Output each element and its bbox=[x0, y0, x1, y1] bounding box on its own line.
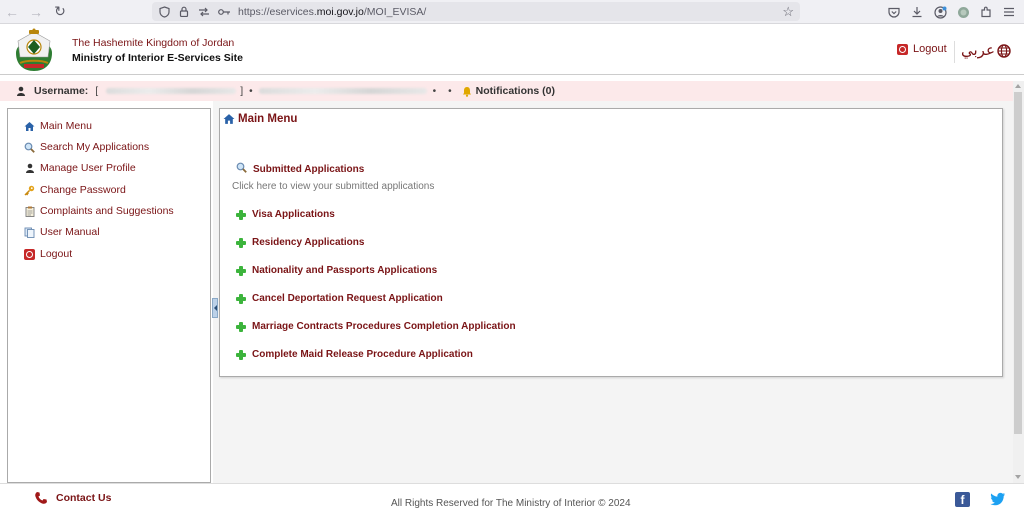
sidebar-item-label: Change Password bbox=[40, 184, 126, 196]
sidebar: Main Menu Search My Applications Manage … bbox=[7, 108, 211, 483]
sidebar-item-main-menu[interactable]: Main Menu bbox=[24, 120, 92, 132]
shield-icon[interactable] bbox=[156, 4, 172, 20]
plus-icon bbox=[236, 265, 246, 276]
sidebar-item-label: Search My Applications bbox=[40, 141, 150, 153]
application-link-marriage-contracts[interactable]: Marriage Contracts Procedures Completion… bbox=[236, 321, 516, 332]
bracket-open: [ bbox=[95, 85, 99, 97]
divider bbox=[954, 41, 955, 63]
sidebar-item-user-manual[interactable]: User Manual bbox=[24, 226, 100, 238]
user-icon bbox=[24, 163, 35, 174]
application-link-cancel-deportation[interactable]: Cancel Deportation Request Application bbox=[236, 293, 443, 304]
plus-icon bbox=[236, 237, 246, 248]
separator-dot: • bbox=[448, 85, 452, 97]
application-label: Cancel Deportation Request Application bbox=[252, 293, 443, 304]
plus-icon bbox=[236, 209, 246, 220]
reload-icon[interactable]: ↻ bbox=[48, 0, 72, 24]
sidebar-item-label: Main Menu bbox=[40, 120, 92, 132]
scrollbar-thumb[interactable] bbox=[1014, 92, 1022, 434]
redacted-info bbox=[258, 88, 427, 94]
application-label: Visa Applications bbox=[252, 209, 335, 220]
application-link-residency[interactable]: Residency Applications bbox=[236, 237, 364, 248]
username-label: Username: bbox=[34, 85, 89, 97]
forward-arrow-icon[interactable]: → bbox=[24, 0, 48, 24]
application-link-nationality[interactable]: Nationality and Passports Applications bbox=[236, 265, 437, 276]
browser-toolbar: ← → ↻ https://eservices.moi.gov.jo/MOI_E… bbox=[0, 0, 1024, 24]
sidebar-item-search-applications[interactable]: Search My Applications bbox=[24, 141, 149, 153]
address-bar[interactable]: https://eservices.moi.gov.jo/MOI_EVISA/ … bbox=[152, 2, 800, 21]
bell-icon bbox=[462, 86, 471, 97]
scroll-down-arrow-icon[interactable] bbox=[1015, 475, 1021, 479]
key-icon bbox=[24, 185, 35, 196]
page-title: Main Menu bbox=[223, 113, 297, 125]
globe-icon[interactable] bbox=[997, 44, 1011, 58]
url-text[interactable]: https://eservices.moi.gov.jo/MOI_EVISA/ bbox=[238, 6, 426, 18]
download-icon[interactable] bbox=[910, 5, 924, 19]
application-label: Marriage Contracts Procedures Completion… bbox=[252, 321, 516, 332]
contact-us-label: Contact Us bbox=[56, 492, 112, 504]
plus-icon bbox=[236, 349, 246, 360]
sidebar-item-label: Logout bbox=[40, 248, 73, 260]
submitted-applications-link[interactable]: Submitted Applications bbox=[236, 162, 364, 176]
lock-icon[interactable] bbox=[176, 4, 192, 20]
application-link-visa[interactable]: Visa Applications bbox=[236, 209, 335, 220]
bookmark-star-icon[interactable]: ☆ bbox=[782, 4, 794, 20]
footer: Contact Us All Rights Reserved for The M… bbox=[0, 483, 1024, 514]
sidebar-item-complaints[interactable]: Complaints and Suggestions bbox=[24, 205, 174, 217]
bracket-close: ] bbox=[240, 85, 244, 97]
header-logout-button[interactable]: Logout bbox=[897, 43, 947, 55]
phone-icon bbox=[35, 492, 47, 504]
separator-dot: • bbox=[249, 85, 253, 97]
copyright-text: All Rights Reserved for The Ministry of … bbox=[391, 498, 631, 509]
application-label: Nationality and Passports Applications bbox=[252, 265, 438, 276]
main-menu-panel: Main Menu Submitted Applications Click h… bbox=[219, 108, 1003, 377]
home-icon bbox=[24, 121, 35, 132]
sidebar-item-label: Complaints and Suggestions bbox=[40, 205, 174, 217]
notifications-link[interactable]: Notifications (0) bbox=[476, 85, 555, 97]
submitted-applications-label: Submitted Applications bbox=[253, 163, 365, 175]
site-header: The Hashemite Kingdom of Jordan Ministry… bbox=[0, 25, 1024, 75]
extension-avatar-icon[interactable] bbox=[956, 5, 970, 19]
application-label: Complete Maid Release Procedure Applicat… bbox=[252, 349, 473, 360]
home-icon bbox=[223, 114, 235, 124]
search-icon bbox=[24, 142, 35, 153]
menu-icon[interactable] bbox=[1002, 5, 1016, 19]
contact-us-link[interactable]: Contact Us bbox=[34, 491, 111, 505]
site-name: Ministry of Interior E-Services Site bbox=[72, 52, 243, 64]
key-icon[interactable] bbox=[216, 4, 232, 20]
user-info-bar: Username: [ ] • • • Notifications (0) bbox=[0, 81, 1013, 101]
logout-icon bbox=[897, 43, 908, 55]
manual-icon bbox=[24, 227, 35, 238]
pocket-icon[interactable] bbox=[887, 5, 901, 19]
sidebar-item-change-password[interactable]: Change Password bbox=[24, 184, 126, 196]
user-icon bbox=[17, 86, 25, 96]
back-arrow-icon[interactable]: ← bbox=[0, 0, 24, 24]
account-icon[interactable] bbox=[933, 5, 947, 19]
plus-icon bbox=[236, 293, 246, 304]
extensions-puzzle-icon[interactable] bbox=[979, 5, 993, 19]
plus-icon bbox=[236, 321, 246, 332]
language-switch-link[interactable]: عربي bbox=[961, 41, 995, 59]
separator-dot: • bbox=[432, 85, 437, 97]
document-icon bbox=[24, 206, 35, 217]
sidebar-item-label: User Manual bbox=[40, 226, 100, 238]
permissions-icon[interactable] bbox=[196, 4, 212, 20]
sidebar-collapse-handle[interactable] bbox=[212, 298, 218, 318]
org-name: The Hashemite Kingdom of Jordan bbox=[72, 37, 235, 49]
scroll-up-arrow-icon[interactable] bbox=[1015, 84, 1021, 88]
facebook-icon[interactable]: f bbox=[955, 492, 970, 507]
jordan-emblem-logo[interactable] bbox=[10, 27, 58, 73]
logout-icon bbox=[24, 248, 35, 260]
header-logout-label: Logout bbox=[913, 43, 947, 55]
twitter-icon[interactable] bbox=[990, 492, 1006, 506]
search-icon bbox=[236, 162, 247, 176]
sidebar-item-logout[interactable]: Logout bbox=[24, 248, 72, 260]
submitted-applications-description: Click here to view your submitted applic… bbox=[232, 181, 435, 192]
application-link-maid-release[interactable]: Complete Maid Release Procedure Applicat… bbox=[236, 349, 473, 360]
redacted-username bbox=[106, 88, 237, 94]
page-title-text: Main Menu bbox=[238, 113, 298, 125]
sidebar-item-label: Manage User Profile bbox=[40, 162, 136, 174]
sidebar-item-manage-profile[interactable]: Manage User Profile bbox=[24, 162, 136, 174]
application-label: Residency Applications bbox=[252, 237, 365, 248]
